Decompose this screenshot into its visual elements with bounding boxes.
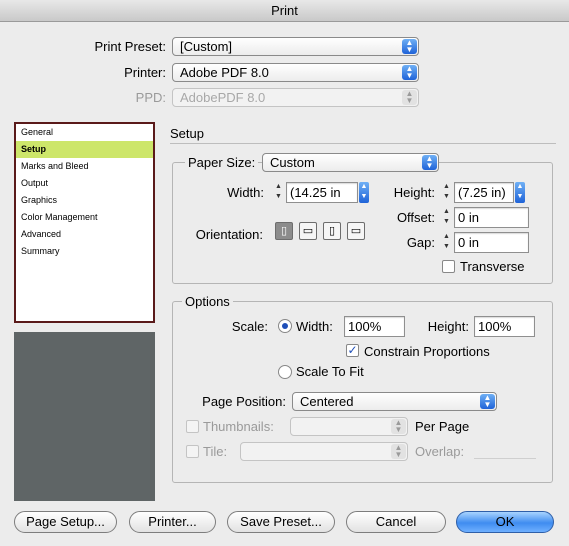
landscape-icon[interactable]: ▭ — [299, 222, 317, 240]
page-position-popup[interactable]: Centered ▲ ▼ — [292, 392, 497, 411]
printer-button[interactable]: Printer... — [129, 511, 216, 533]
popup-arrows-icon: ▲ ▼ — [391, 419, 406, 434]
height-label: Height: — [393, 185, 435, 200]
scale-height-field[interactable]: 100% — [474, 316, 535, 337]
tile-label: Tile: — [203, 444, 228, 459]
printer-label: Printer: — [124, 65, 166, 80]
constrain-proportions-checkbox[interactable]: ✓ — [346, 344, 359, 357]
ppd-popup: AdobePDF 8.0 ▲ ▼ — [172, 88, 419, 107]
sidebar-item-marks-and-bleed[interactable]: Marks and Bleed — [16, 158, 153, 175]
cancel-button[interactable]: Cancel — [346, 511, 446, 533]
popup-arrows-icon: ▲ ▼ — [402, 65, 417, 80]
print-preset-label: Print Preset: — [94, 39, 166, 54]
reverse-landscape-icon[interactable]: ▭ — [347, 222, 365, 240]
scale-width-field[interactable]: 100% — [344, 316, 405, 337]
scale-to-fit-label: Scale To Fit — [296, 364, 364, 379]
print-preset-popup[interactable]: [Custom] ▲ ▼ — [172, 37, 419, 56]
portrait-icon[interactable]: ▯ — [275, 222, 293, 240]
offset-stepper[interactable]: ▲ ▼ — [441, 207, 452, 228]
options-group-title: Options — [182, 294, 233, 309]
scale-height-label: Height: — [427, 319, 469, 334]
ok-button[interactable]: OK — [456, 511, 554, 533]
scale-label: Scale: — [231, 319, 268, 334]
category-list[interactable]: General Setup Marks and Bleed Output Gra… — [14, 122, 155, 323]
sidebar-item-graphics[interactable]: Graphics — [16, 192, 153, 209]
paper-size-label: Paper Size: — [185, 155, 259, 170]
scale-width-radio[interactable] — [278, 319, 292, 333]
ppd-label: PPD: — [135, 90, 166, 105]
sidebar-item-setup[interactable]: Setup — [16, 141, 153, 158]
page-preview — [14, 332, 155, 501]
width-stepper[interactable]: ▲ ▼ — [273, 182, 284, 203]
sidebar-item-color-management[interactable]: Color Management — [16, 209, 153, 226]
transverse-label: Transverse — [460, 259, 525, 274]
height-stepper[interactable]: ▲ ▼ — [441, 182, 452, 203]
thumbnails-popup: ▲ ▼ — [290, 417, 408, 436]
orientation-label: Orientation: — [195, 227, 263, 242]
printer-value: Adobe PDF 8.0 — [180, 65, 269, 80]
height-unit-arrows-icon[interactable]: ▲ ▼ — [515, 182, 525, 203]
page-position-value: Centered — [300, 394, 354, 409]
scale-to-fit-radio[interactable] — [278, 365, 292, 379]
gap-stepper[interactable]: ▲ ▼ — [441, 232, 452, 253]
height-field[interactable]: (7.25 in) — [454, 182, 514, 203]
width-unit-arrows-icon[interactable]: ▲ ▼ — [359, 182, 369, 203]
popup-arrows-icon: ▲ ▼ — [422, 155, 437, 170]
per-page-label: Per Page — [415, 419, 470, 434]
printer-popup[interactable]: Adobe PDF 8.0 ▲ ▼ — [172, 63, 419, 82]
gap-field[interactable]: 0 in — [454, 232, 529, 253]
sidebar-item-advanced[interactable]: Advanced — [16, 226, 153, 243]
page-position-label: Page Position: — [202, 394, 286, 409]
thumbnails-checkbox — [186, 420, 199, 433]
constrain-proportions-label: Constrain Proportions — [364, 344, 490, 359]
tile-checkbox — [186, 445, 199, 458]
window-title: Print — [0, 0, 569, 22]
setup-divider — [170, 143, 556, 144]
popup-arrows-icon: ▲ ▼ — [402, 90, 417, 105]
save-preset-button[interactable]: Save Preset... — [227, 511, 335, 533]
thumbnails-label: Thumbnails: — [203, 419, 274, 434]
popup-arrows-icon: ▲ ▼ — [480, 394, 495, 409]
width-field[interactable]: (14.25 in — [286, 182, 358, 203]
reverse-portrait-icon[interactable]: ▯ — [323, 222, 341, 240]
overlap-label: Overlap: — [415, 444, 465, 459]
sidebar-item-general[interactable]: General — [16, 124, 153, 141]
sidebar-item-output[interactable]: Output — [16, 175, 153, 192]
scale-width-label: Width: — [296, 319, 333, 334]
offset-label: Offset: — [396, 210, 435, 225]
paper-size-popup[interactable]: Custom ▲ ▼ — [262, 153, 439, 172]
sidebar-item-summary[interactable]: Summary — [16, 243, 153, 260]
transverse-checkbox[interactable] — [442, 260, 455, 273]
page-setup-button[interactable]: Page Setup... — [14, 511, 117, 533]
offset-field[interactable]: 0 in — [454, 207, 529, 228]
popup-arrows-icon: ▲ ▼ — [402, 39, 417, 54]
paper-size-value: Custom — [270, 155, 315, 170]
setup-section-title: Setup — [170, 126, 204, 141]
gap-label: Gap: — [406, 235, 435, 250]
ppd-value: AdobePDF 8.0 — [180, 90, 266, 105]
popup-arrows-icon: ▲ ▼ — [391, 444, 406, 459]
print-preset-value: [Custom] — [180, 39, 233, 54]
tile-popup: ▲ ▼ — [240, 442, 408, 461]
width-label: Width: — [227, 185, 264, 200]
overlap-field-placeholder — [474, 458, 536, 459]
